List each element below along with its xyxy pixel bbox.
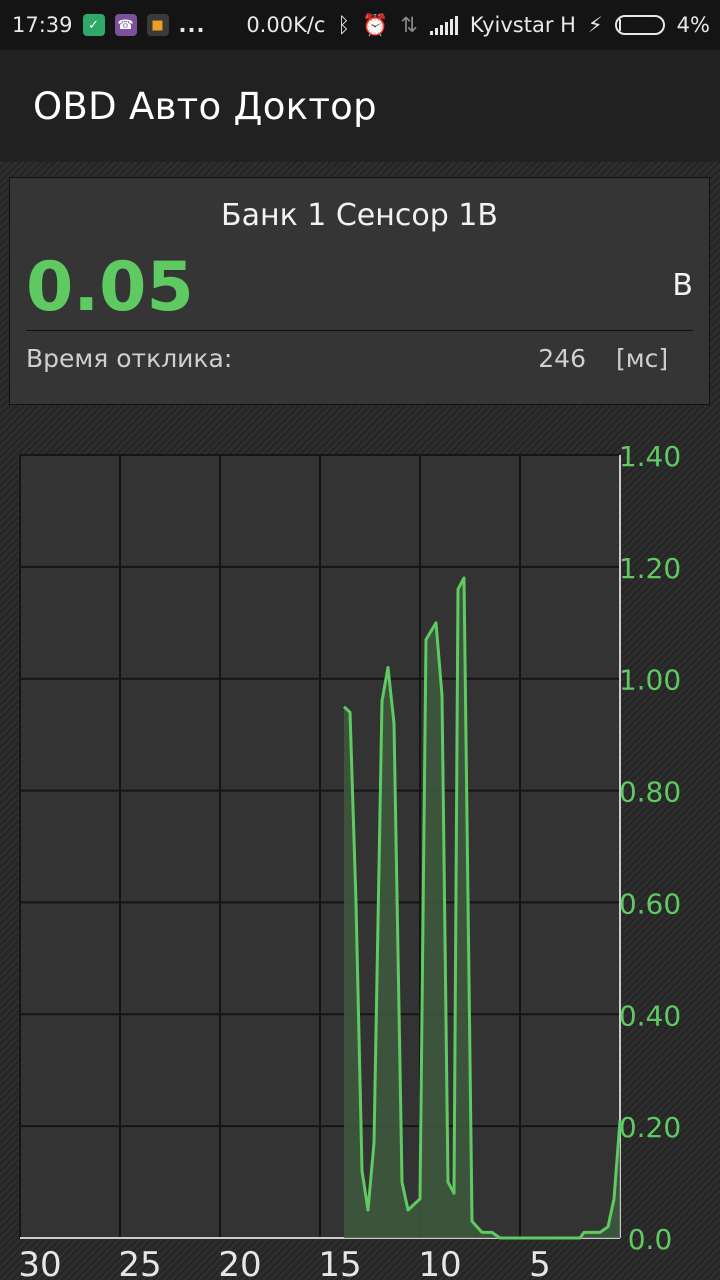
- divider: [26, 330, 693, 331]
- app-bar: OBD Авто Доктор: [0, 50, 720, 162]
- status-time: 17:39: [12, 13, 73, 37]
- voltage-chart[interactable]: 1.40 1.20 1.00 0.80 0.60 0.40 0.20 0.0 30 25 20 15 1…: [0, 410, 720, 1280]
- response-time-value: 246: [538, 344, 586, 373]
- charging-icon: ⚡: [587, 13, 603, 37]
- alarm-icon: ⏰: [362, 12, 389, 37]
- y-tick-label: 0.40: [619, 999, 681, 1032]
- y-tick-label: 1.20: [619, 552, 681, 585]
- status-more: ...: [178, 13, 206, 37]
- y-tick-label: 1.40: [619, 440, 681, 473]
- battery-icon: [614, 15, 665, 35]
- sensor-value: 0.05: [26, 248, 194, 327]
- x-tick-label: 20: [218, 1245, 261, 1280]
- net-speed: 0.00K/c: [246, 13, 326, 37]
- battery-percent: 4%: [676, 13, 710, 37]
- x-tick-label: 25: [118, 1245, 161, 1280]
- y-tick-label: 0.0: [628, 1223, 673, 1256]
- x-tick-label: 15: [318, 1245, 361, 1280]
- x-tick-label: 30: [18, 1245, 61, 1280]
- y-tick-label: 0.80: [619, 776, 681, 809]
- viber-icon: ☎: [114, 14, 137, 36]
- sensor-name: Банк 1 Сенсор 1В: [221, 198, 498, 233]
- app-icon: ■: [146, 14, 169, 36]
- y-tick-label: 1.00: [619, 664, 681, 697]
- bluetooth-icon: ᛒ: [337, 13, 351, 37]
- app-title: OBD Авто Доктор: [33, 84, 377, 128]
- signal-icon: [429, 15, 458, 35]
- status-bar: 17:39 ✓ ☎ ■ ... 0.00K/c ᛒ ⏰ ⇅ Kyivstar H…: [0, 0, 720, 50]
- y-tick-label: 0.60: [619, 887, 681, 920]
- x-tick-label: 10: [418, 1245, 461, 1280]
- data-arrows-icon: ⇅: [400, 13, 418, 37]
- shield-icon: ✓: [82, 14, 105, 36]
- carrier-name: Kyivstar H: [469, 13, 576, 37]
- response-time-label: Время отклика:: [26, 344, 233, 373]
- x-tick-label: 5: [529, 1245, 551, 1280]
- sensor-card[interactable]: Банк 1 Сенсор 1В 0.05 В Время отклика: 2…: [9, 177, 710, 405]
- response-time-unit: [мс]: [616, 344, 669, 373]
- sensor-unit: В: [672, 268, 693, 303]
- y-tick-label: 0.20: [619, 1111, 681, 1144]
